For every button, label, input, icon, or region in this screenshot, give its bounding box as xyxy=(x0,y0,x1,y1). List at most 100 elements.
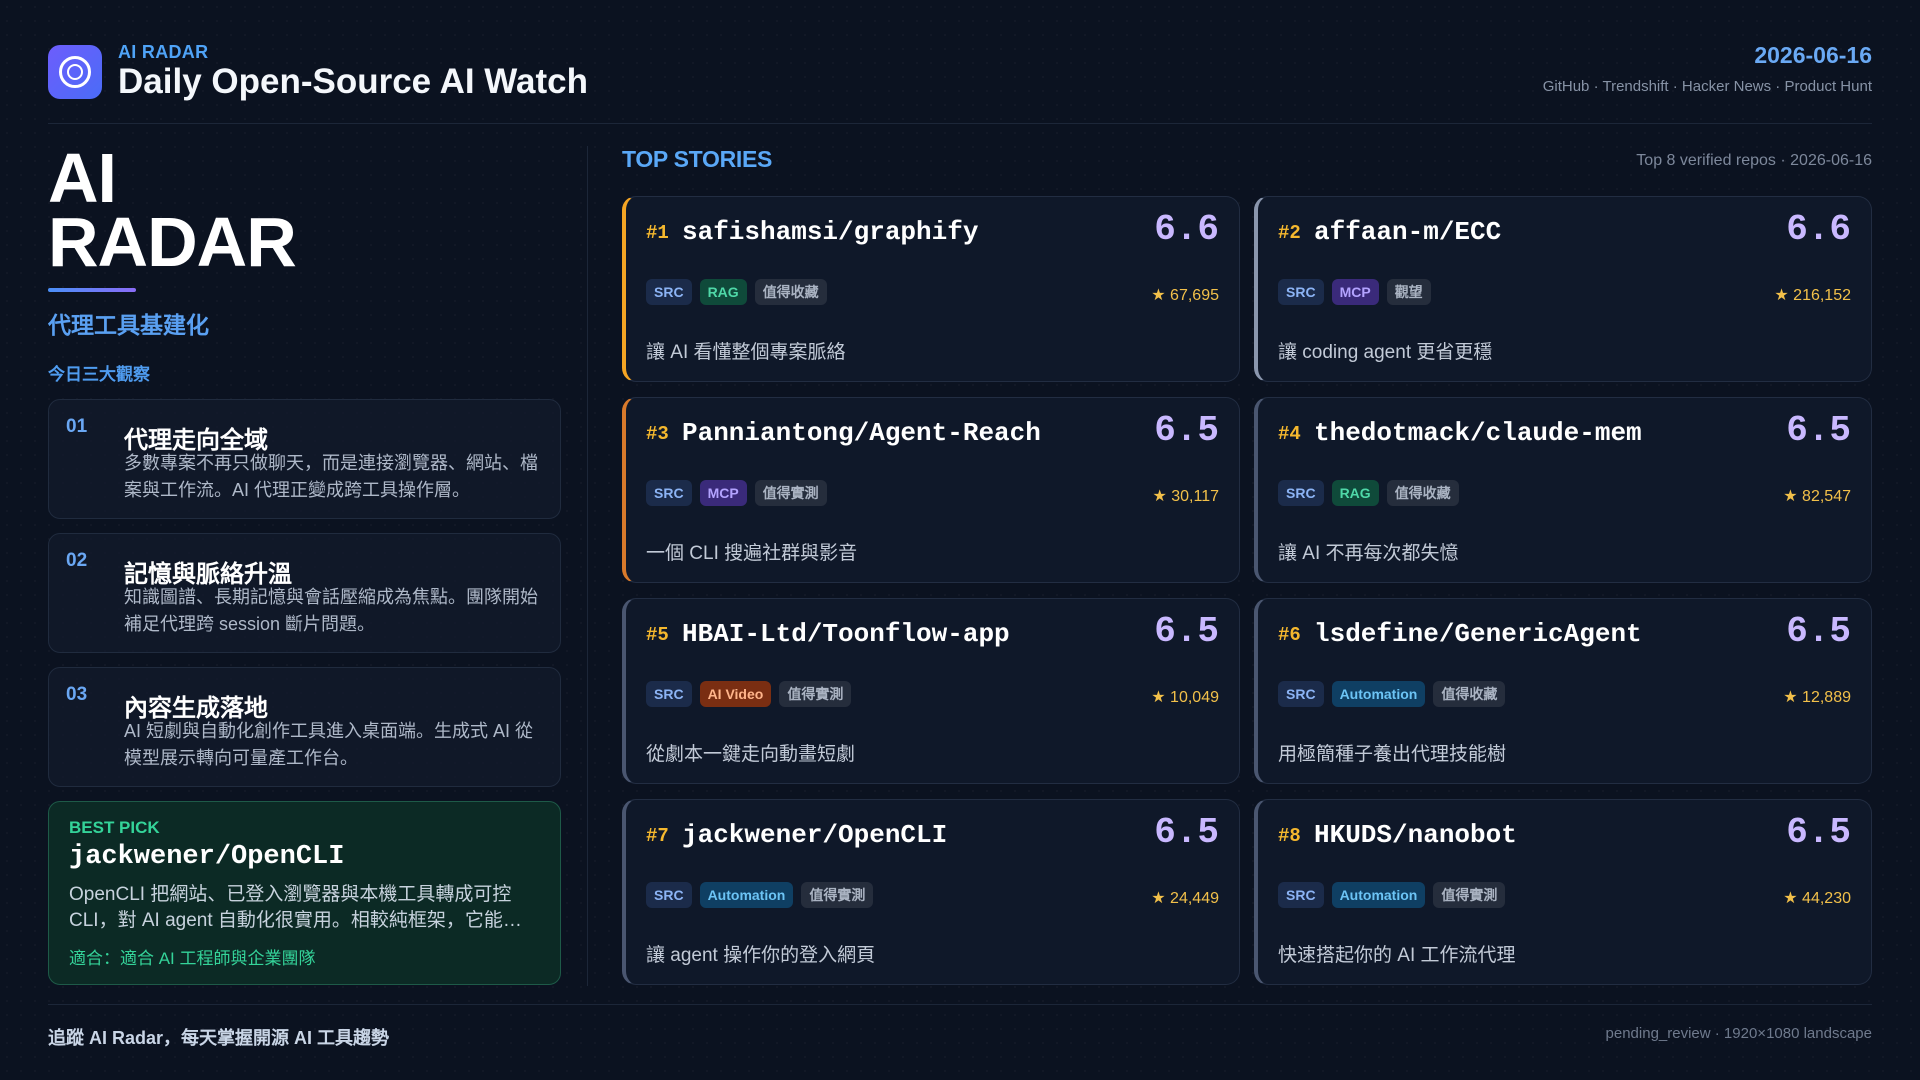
story-card-1[interactable]: #1 safishamsi/graphify 6.6 SRC RAG 值得收藏 ★ 67,6… xyxy=(622,196,1240,382)
story-rank: #1 xyxy=(646,222,669,244)
story-score: 6.6 xyxy=(1154,209,1219,250)
tag-badge: 值得收藏 xyxy=(1433,681,1506,707)
insight-desc: 多數專案不再只做聊天，而是連接瀏覽器、網站、檔案與工作流。AI 代理正變成跨工具… xyxy=(124,453,538,500)
story-desc: 讓 AI 不再每次都失憶 xyxy=(1278,543,1459,564)
tag-badge: MCP xyxy=(1331,279,1379,305)
story-rank: #6 xyxy=(1278,624,1301,646)
story-card-7[interactable]: #7 jackwener/OpenCLI 6.5 SRC Automation 值得實測 ★… xyxy=(622,799,1240,985)
story-repo-name: safishamsi/graphify xyxy=(682,217,979,247)
story-repo-name: lsdefine/GenericAgent xyxy=(1314,619,1642,649)
story-rank: #7 xyxy=(646,825,669,847)
story-repo-name: affaan-m/ECC xyxy=(1314,217,1502,247)
story-rank: #3 xyxy=(646,423,669,445)
story-tags: SRC RAG 值得收藏 xyxy=(646,279,827,305)
story-tags: SRC MCP 值得實測 xyxy=(646,480,827,506)
story-stars: ★ 44,230 xyxy=(1783,890,1851,907)
tag-badge: 觀望 xyxy=(1386,279,1431,305)
tag-badge: SRC xyxy=(646,480,692,506)
top-stories: TOP STORIES Top 8 verified repos · 2026-… xyxy=(622,146,1872,985)
tag-badge: SRC xyxy=(1278,681,1324,707)
insight-number: 01 xyxy=(66,416,88,437)
data-sources: GitHub · Trendshift · Hacker News · Prod… xyxy=(1542,78,1872,95)
tag-badge: SRC xyxy=(1278,279,1324,305)
report-date: 2026-06-16 xyxy=(1754,42,1872,68)
tag-badge: RAG xyxy=(699,279,747,305)
header-divider xyxy=(48,123,1872,124)
story-score: 6.5 xyxy=(1786,611,1851,652)
insight-number: 02 xyxy=(66,550,88,571)
story-repo-name: jackwener/OpenCLI xyxy=(682,820,948,850)
story-tags: SRC MCP 觀望 xyxy=(1278,279,1431,305)
story-tags: SRC AI Video 值得實測 xyxy=(646,681,852,707)
tag-badge: 值得收藏 xyxy=(754,279,827,305)
story-card-4[interactable]: #4 thedotmack/claude-mem 6.5 SRC RAG 值得收藏 ★ 82… xyxy=(1254,397,1872,583)
tag-badge: 值得收藏 xyxy=(1386,480,1459,506)
left-panel: AI RADAR 代理工具基建化 今日三大觀察 01 代理走向全域 多數專案不再… xyxy=(48,139,561,985)
theme-subtitle: 代理工具基建化 xyxy=(48,312,209,338)
best-pick-audience: 適合：適合 AI 工程師與企業團隊 xyxy=(69,949,316,968)
tag-badge: 值得實測 xyxy=(754,480,827,506)
insight-card-2: 02 記憶與脈絡升溫 知識圖譜、長期記憶與會話壓縮成為焦點。團隊開始補足代理跨 … xyxy=(48,533,561,653)
tag-badge: SRC xyxy=(1278,882,1324,908)
story-rank: #8 xyxy=(1278,825,1301,847)
best-pick-card[interactable]: BEST PICK jackwener/OpenCLI OpenCLI 把網站、… xyxy=(48,801,561,985)
story-repo-name: HKUDS/nanobot xyxy=(1314,820,1517,850)
accent-bar xyxy=(48,288,136,292)
insights-heading: 今日三大觀察 xyxy=(48,365,150,384)
best-pick-repo: jackwener/OpenCLI xyxy=(69,842,345,872)
story-rank: #4 xyxy=(1278,423,1301,445)
story-card-3[interactable]: #3 Panniantong/Agent-Reach 6.5 SRC MCP 值得實測 ★ … xyxy=(622,397,1240,583)
tag-badge: 值得實測 xyxy=(1433,882,1506,908)
story-score: 6.5 xyxy=(1154,410,1219,451)
story-score: 6.5 xyxy=(1154,812,1219,853)
stories-title: TOP STORIES xyxy=(622,146,773,172)
story-desc: 讓 agent 操作你的登入網頁 xyxy=(646,945,876,966)
hero-title: AI RADAR xyxy=(48,139,561,281)
hero-title-line-1: AI xyxy=(48,139,117,217)
story-stars: ★ 216,152 xyxy=(1774,287,1851,304)
story-desc: 快速搭起你的 AI 工作流代理 xyxy=(1278,945,1516,966)
story-repo-name: thedotmack/claude-mem xyxy=(1314,418,1642,448)
tag-badge: 值得實測 xyxy=(779,681,852,707)
story-score: 6.5 xyxy=(1786,812,1851,853)
tag-badge: Automation xyxy=(1331,681,1426,707)
stories-meta: Top 8 verified repos · 2026-06-16 xyxy=(1636,152,1872,169)
story-card-5[interactable]: #5 HBAI-Ltd/Toonflow-app 6.5 SRC AI Video 值得實… xyxy=(622,598,1240,784)
story-rank: #5 xyxy=(646,624,669,646)
hero-title-line-2: RADAR xyxy=(48,203,297,281)
story-card-6[interactable]: #6 lsdefine/GenericAgent 6.5 SRC Automation 值… xyxy=(1254,598,1872,784)
story-stars: ★ 30,117 xyxy=(1152,488,1219,505)
radar-ring-icon xyxy=(48,45,102,99)
story-stars: ★ 67,695 xyxy=(1151,287,1219,304)
insight-desc: AI 短劇與自動化創作工具進入桌面端。生成式 AI 從模型展示轉向可量產工作台。 xyxy=(124,721,534,768)
story-tags: SRC Automation 值得實測 xyxy=(1278,882,1506,908)
story-desc: 用極簡種子養出代理技能樹 xyxy=(1278,744,1507,765)
story-desc: 從劇本一鍵走向動畫短劇 xyxy=(646,744,856,765)
tag-badge: SRC xyxy=(646,279,692,305)
story-repo-name: Panniantong/Agent-Reach xyxy=(682,418,1041,448)
header: AI RADAR Daily Open-Source AI Watch 2026… xyxy=(48,40,1872,122)
footer-cta: 追蹤 AI Radar，每天掌握開源 AI 工具趨勢 xyxy=(48,1028,390,1048)
footer-meta: pending_review · 1920×1080 landscape xyxy=(1605,1025,1872,1042)
stories-header: TOP STORIES Top 8 verified repos · 2026-… xyxy=(622,146,1872,186)
story-card-2[interactable]: #2 affaan-m/ECC 6.6 SRC MCP 觀望 ★ 216,152 讓 codi… xyxy=(1254,196,1872,382)
tag-badge: MCP xyxy=(699,480,747,506)
story-stars: ★ 82,547 xyxy=(1783,488,1851,505)
story-stars: ★ 12,889 xyxy=(1783,689,1851,706)
tag-badge: RAG xyxy=(1331,480,1379,506)
story-score: 6.6 xyxy=(1786,209,1851,250)
story-card-8[interactable]: #8 HKUDS/nanobot 6.5 SRC Automation 值得實測 ★ 44,… xyxy=(1254,799,1872,985)
insight-card-3: 03 內容生成落地 AI 短劇與自動化創作工具進入桌面端。生成式 AI 從模型展… xyxy=(48,667,561,787)
brand-kicker: AI RADAR xyxy=(118,42,209,62)
tag-badge: AI Video xyxy=(699,681,772,707)
story-repo-name: HBAI-Ltd/Toonflow-app xyxy=(682,619,1010,649)
story-tags: SRC RAG 值得收藏 xyxy=(1278,480,1459,506)
insight-desc: 知識圖譜、長期記憶與會話壓縮成為焦點。團隊開始補足代理跨 session 斷片問… xyxy=(124,587,538,634)
story-score: 6.5 xyxy=(1154,611,1219,652)
story-stars: ★ 10,049 xyxy=(1151,689,1219,706)
tag-badge: 值得實測 xyxy=(801,882,874,908)
story-tags: SRC Automation 值得實測 xyxy=(646,882,874,908)
footer-divider xyxy=(48,1004,1872,1005)
tag-badge: SRC xyxy=(1278,480,1324,506)
story-desc: 一個 CLI 搜遍社群與影音 xyxy=(646,543,858,564)
